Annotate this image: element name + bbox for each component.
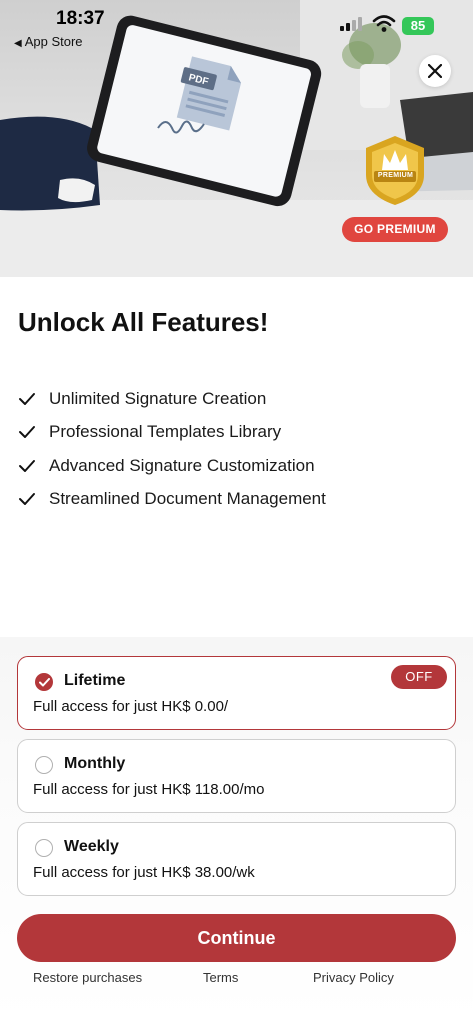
status-time: 18:37 (56, 8, 105, 29)
checkmark-icon (18, 459, 36, 473)
checkmark-icon (18, 492, 36, 506)
radio-unselected-icon (35, 756, 53, 774)
continue-button[interactable]: Continue (17, 914, 456, 962)
feature-item: Unlimited Signature Creation (18, 382, 326, 416)
feature-label: Streamlined Document Management (49, 489, 326, 509)
close-icon (428, 64, 442, 78)
feature-label: Advanced Signature Customization (49, 455, 315, 475)
restore-purchases-link[interactable]: Restore purchases (33, 970, 142, 985)
terms-link[interactable]: Terms (203, 970, 238, 985)
plan-option-monthly[interactable]: Monthly Full access for just HK$ 118.00/… (17, 739, 456, 813)
premium-badge-text: PREMIUM (377, 172, 414, 179)
close-button[interactable] (419, 55, 451, 87)
plan-description: Full access for just HK$ 0.00/ (33, 698, 229, 715)
premium-shield-icon (366, 136, 424, 205)
page-title: Unlock All Features! (18, 307, 269, 337)
back-label: App Store (24, 34, 83, 49)
battery-indicator: 85 (402, 17, 434, 35)
checkmark-icon (18, 425, 36, 439)
feature-list: Unlimited Signature Creation Professiona… (18, 382, 326, 516)
feature-label: Unlimited Signature Creation (49, 388, 267, 408)
plan-description: Full access for just HK$ 38.00/wk (33, 864, 255, 881)
feature-label: Professional Templates Library (49, 422, 282, 442)
go-premium-label: GO PREMIUM (342, 217, 448, 242)
checkmark-icon (18, 392, 36, 406)
privacy-policy-link[interactable]: Privacy Policy (313, 970, 394, 985)
feature-item: Professional Templates Library (18, 416, 326, 450)
feature-item: Advanced Signature Customization (18, 449, 326, 483)
plan-name: Lifetime (64, 672, 126, 689)
battery-level: 85 (410, 18, 426, 33)
plan-option-weekly[interactable]: Weekly Full access for just HK$ 38.00/wk (17, 822, 456, 896)
radio-selected-icon (35, 673, 53, 691)
plan-description: Full access for just HK$ 118.00/mo (33, 781, 265, 798)
back-arrow-icon: ◀ (14, 38, 22, 49)
feature-item: Streamlined Document Management (18, 483, 326, 517)
back-to-app-store[interactable]: ◀ App Store (14, 34, 83, 49)
hero-banner: PDF PREMIUM 18:37 ◀ App Store 85 GO PREM… (0, 0, 473, 277)
plan-option-lifetime[interactable]: Lifetime Full access for just HK$ 0.00/ … (17, 656, 456, 730)
plan-name: Monthly (64, 755, 126, 772)
plan-name: Weekly (64, 838, 119, 855)
status-bar: 18:37 ◀ App Store 85 (0, 0, 473, 56)
discount-badge: OFF (391, 665, 447, 689)
wifi-icon (372, 15, 396, 32)
radio-unselected-icon (35, 839, 53, 857)
cellular-signal-icon (340, 17, 366, 31)
